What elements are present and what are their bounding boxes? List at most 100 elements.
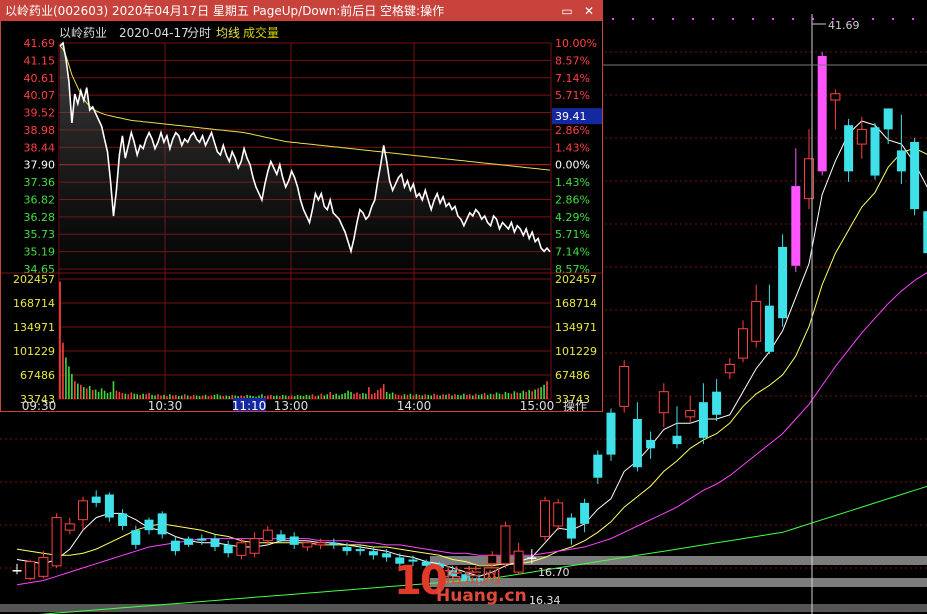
candle-body: [236, 542, 247, 556]
top-dot: [632, 18, 634, 20]
legend-avg: 均线: [216, 26, 240, 40]
legend-stock: 以岭药业: [59, 26, 107, 40]
price-tick-label: 37.36: [24, 176, 56, 189]
watermark-cn: 拾荒网: [444, 565, 502, 587]
volume-bar: [216, 394, 219, 399]
top-dot: [652, 18, 654, 20]
volume-bar: [79, 384, 82, 399]
candle-body: [382, 553, 392, 558]
top-dot: [792, 18, 794, 20]
candle-body: [646, 439, 656, 449]
volume-bar: [528, 390, 531, 399]
candle-body: [685, 410, 696, 418]
candle-body: [302, 542, 313, 548]
volume-bar: [270, 394, 272, 399]
candle-body: [184, 538, 194, 545]
volume-bar: [77, 383, 79, 399]
volume-bar: [311, 394, 314, 399]
volume-tick-label: 67486: [20, 369, 55, 382]
volume-bar: [109, 391, 112, 399]
volume-bar: [341, 394, 343, 399]
top-dot: [672, 18, 674, 20]
top-dot: [912, 18, 914, 20]
volume-bar: [192, 394, 195, 399]
candle-body: [870, 127, 880, 176]
high-price-label: 41.69: [828, 19, 860, 32]
candle-body: [540, 500, 550, 537]
volume-bar: [332, 394, 335, 399]
volume-bar: [94, 389, 97, 399]
candle-body: [751, 300, 762, 342]
volume-bar: [373, 393, 376, 399]
volume-bar: [317, 395, 320, 399]
volume-bar: [225, 395, 228, 399]
price-tick-label: 40.07: [24, 89, 56, 102]
volume-bar: [228, 396, 231, 399]
candle-body: [791, 186, 801, 266]
volume-bar: [142, 393, 144, 399]
volume-bar: [207, 396, 210, 399]
volume-bar: [501, 394, 504, 399]
candle-body: [738, 328, 748, 359]
price-tick-label: 36.28: [24, 211, 56, 224]
volume-bar: [495, 392, 498, 399]
volume-bar: [91, 390, 94, 399]
candle-body: [249, 538, 260, 554]
candle-body: [817, 55, 827, 172]
candle-body: [856, 128, 867, 145]
volume-bar: [74, 381, 76, 399]
volume-bar: [531, 391, 533, 399]
candle-body: [91, 496, 101, 503]
volume-bar: [124, 393, 127, 399]
volume-bar: [210, 395, 213, 399]
candle-body: [844, 125, 854, 172]
volume-bar: [477, 394, 480, 399]
candle-body: [658, 391, 669, 414]
low-price-label: 16.70: [538, 566, 570, 579]
volume-bar: [448, 393, 450, 399]
candle-body: [606, 412, 616, 455]
legend-mode: 分时: [187, 26, 211, 40]
volume-bar: [439, 395, 441, 399]
volume-bar: [368, 387, 370, 399]
volume-bar: [103, 390, 106, 399]
close-icon[interactable]: ✕: [579, 1, 599, 21]
volume-bar: [483, 393, 486, 399]
volume-bar: [198, 396, 201, 399]
pct-tick-label: 4.29%: [555, 211, 590, 224]
intraday-popup-window[interactable]: 以岭药业(002603) 2020年04月17日 星期五 PageUp/Down…: [0, 0, 603, 412]
candle-body: [64, 523, 75, 531]
volume-bar: [85, 388, 88, 399]
candle-body: [910, 141, 920, 210]
price-tick-label: 41.69: [24, 37, 56, 50]
volume-bar: [112, 381, 115, 399]
top-dot: [752, 18, 754, 20]
volume-bar: [335, 393, 337, 399]
pct-tick-label: 10.00%: [555, 37, 597, 50]
popup-titlebar[interactable]: 以岭药业(002603) 2020年04月17日 星期五 PageUp/Down…: [1, 1, 602, 21]
candle-body: [262, 529, 273, 542]
volume-tick-label: 168714: [555, 297, 597, 310]
volume-bar: [507, 393, 510, 399]
candle-body: [170, 540, 180, 552]
volume-tick-label: 67486: [555, 369, 590, 382]
volume-bar: [463, 393, 465, 399]
volume-bar: [522, 390, 525, 399]
volume-bar: [388, 393, 391, 399]
volume-bar: [454, 394, 456, 399]
candle-body: [764, 305, 774, 352]
volume-bar: [308, 395, 311, 399]
volume-bar: [97, 391, 100, 399]
volume-bar: [195, 395, 198, 399]
candle-body: [210, 538, 220, 547]
volume-bar: [356, 392, 358, 399]
volume-bar: [537, 388, 539, 399]
candle-body: [131, 530, 141, 545]
minimize-icon[interactable]: ▭: [557, 1, 577, 21]
popup-title: 以岭药业(002603) 2020年04月17日 星期五 PageUp/Down…: [5, 4, 445, 18]
volume-bar: [320, 393, 323, 399]
candle-body: [923, 211, 927, 254]
volume-bar: [436, 394, 438, 399]
candle-body: [698, 402, 708, 438]
time-tick-label: 09:30: [22, 399, 57, 411]
